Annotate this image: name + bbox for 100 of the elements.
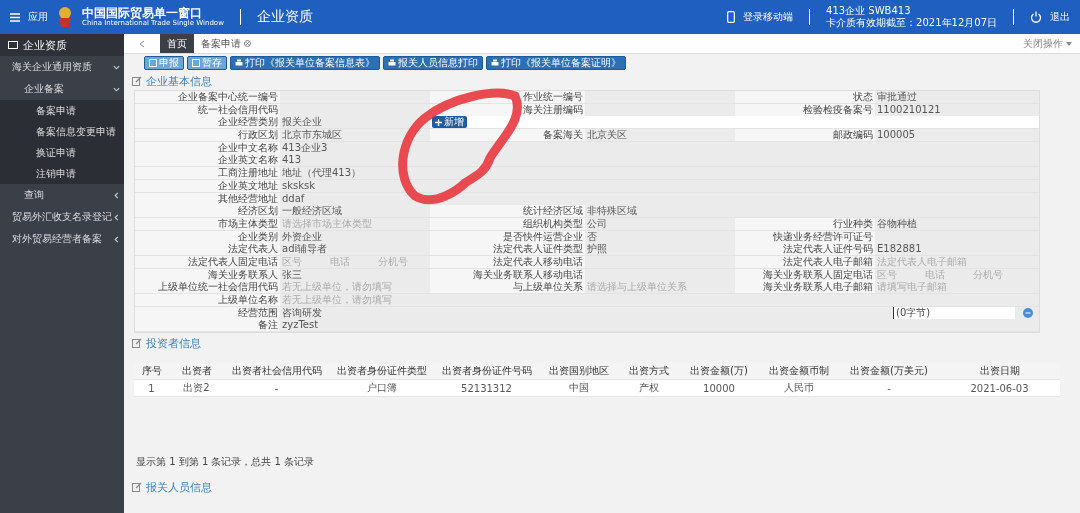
column-header: 出资者 [169, 363, 224, 380]
field-value: ddaf [282, 192, 305, 205]
field-label: 企业经营类别 [135, 116, 280, 129]
field-value: 张三 [282, 268, 302, 281]
table-cell: 人民币 [759, 379, 839, 397]
field-label: 法定代表人 [135, 243, 280, 256]
logout-link[interactable]: 退出 [1050, 10, 1070, 24]
menu-icon[interactable] [10, 12, 20, 22]
field-label: 与上级单位关系 [430, 281, 585, 294]
field-label: 统计经济区域 [430, 205, 585, 218]
close-actions-menu[interactable]: 关闭操作 [1023, 36, 1063, 51]
field-value: 谷物种植 [877, 217, 917, 230]
chevron-icon [113, 63, 120, 71]
field-label: 上级单位名称 [135, 294, 280, 306]
field-value: sksksk [282, 179, 315, 192]
mobile-login-link[interactable]: 登录移动端 [743, 10, 794, 24]
field-value: 413企业3 [282, 141, 328, 154]
field-value: 否 [587, 230, 597, 243]
table-cell: 52131312 [434, 379, 539, 397]
section-title: 投资者信息 [146, 335, 201, 351]
table-cell: 出资2 [169, 379, 224, 397]
plus-icon [435, 118, 442, 126]
field-value: 公司 [587, 217, 607, 230]
save-icon [192, 59, 200, 67]
logo-title: 中国国际贸易单一窗口 [82, 6, 202, 20]
user-name: 413企业 SWB413 [826, 4, 912, 17]
field-label: 法定代表人证件号码 [735, 243, 875, 256]
tab[interactable]: 备案申请 [194, 34, 258, 53]
column-header: 出资金额(万美元) [839, 363, 939, 380]
field-value: 外资企业 [282, 230, 322, 243]
field-value: 审批通过 [877, 91, 917, 103]
caret-icon[interactable] [1066, 41, 1072, 46]
table-cell: - [839, 379, 939, 397]
field-value: 护照 [587, 243, 607, 256]
expand-icon[interactable] [1023, 307, 1033, 318]
field-label: 经济区划 [135, 205, 280, 218]
emblem-icon [56, 6, 74, 28]
field-label: 企业英文名称 [135, 154, 280, 167]
table-cell: 中国 [539, 379, 619, 397]
sidebar-item[interactable]: 查询 [0, 184, 124, 206]
field-value: 北京关区 [587, 129, 627, 142]
sidebar-item[interactable]: 备案申请 [0, 100, 124, 121]
back-icon[interactable] [138, 39, 146, 48]
field-value: 1100210121 [877, 103, 941, 116]
edit-icon [132, 76, 142, 86]
field-value: 北京市东城区 [282, 129, 342, 142]
column-header: 出资者身份证件号码 [434, 363, 539, 380]
field-value: zyzTest [282, 319, 319, 332]
add-button[interactable]: 新增 [432, 116, 467, 129]
field-label: 行政区划 [135, 129, 280, 142]
sidebar-item[interactable]: 海关企业通用资质 [0, 56, 124, 78]
action-button[interactable]: 申报 [144, 56, 184, 70]
table-cell: 1 [134, 379, 169, 397]
tab[interactable]: 首页 [160, 34, 194, 53]
field-value: adi辅导者 [282, 243, 328, 256]
card-expiry: 卡介质有效期截至：2021年12月07日 [826, 17, 997, 30]
pagination-summary: 显示第 1 到第 1 条记录，总共 1 条记录 [136, 456, 315, 468]
module-title: 企业资质 [256, 8, 313, 26]
save-icon [149, 59, 157, 67]
field-label: 备案海关 [430, 129, 585, 142]
field-label: 状态 [735, 91, 875, 103]
close-icon[interactable] [244, 40, 251, 47]
table-cell: 2021-06-03 [939, 379, 1060, 397]
sidebar-item[interactable]: 企业备案 [0, 78, 124, 100]
column-header: 出资金额币制 [759, 363, 839, 380]
field-value: 100005 [877, 129, 916, 142]
sidebar-item[interactable]: 换证申请 [0, 142, 124, 163]
print-button[interactable]: 打印《报关单位备案信息表》 [230, 56, 380, 70]
print-icon [388, 59, 396, 67]
print-button[interactable]: 报关人员信息打印 [383, 56, 483, 70]
sidebar-item[interactable]: 备案信息变更申请 [0, 121, 124, 142]
action-button[interactable]: 暂存 [187, 56, 227, 70]
sidebar-item[interactable]: 注销申请 [0, 163, 124, 184]
field-label: 工商注册地址 [135, 167, 280, 180]
section-title: 报关人员信息 [146, 479, 212, 495]
menu-label[interactable]: 应用 [28, 10, 48, 24]
table-cell: 10000 [679, 379, 759, 397]
chevron-icon [113, 191, 120, 199]
field-value: 咨询研发 [282, 306, 322, 319]
sidebar-title: 企业资质 [23, 37, 67, 53]
sidebar-item[interactable]: 贸易外汇收支名录登记 [0, 206, 124, 228]
field-label: 上级单位统一社会信用代码 [135, 281, 280, 294]
field-value: 报关企业 [282, 116, 322, 129]
edit-icon [132, 338, 142, 349]
column-header: 出资金额(万) [679, 363, 759, 380]
column-header: 出资方式 [619, 363, 679, 380]
phone-icon [727, 11, 736, 23]
field-label: 企业备案中心统一编号 [135, 91, 280, 103]
power-icon[interactable] [1030, 11, 1042, 23]
print-button[interactable]: 打印《报关单位备案证明》 [486, 56, 626, 70]
chevron-icon [113, 85, 120, 93]
edit-icon [132, 482, 142, 493]
field-value: E182881 [877, 243, 922, 256]
print-icon [491, 59, 499, 67]
sidebar-item[interactable]: 对外贸易经营者备案 [0, 228, 124, 250]
field-value: 413 [282, 154, 302, 167]
field-value: 非特殊区域 [587, 205, 637, 218]
field-label: 邮政编码 [735, 129, 875, 142]
field-value: 一般经济区域 [282, 205, 342, 218]
column-header: 出资国别地区 [539, 363, 619, 380]
